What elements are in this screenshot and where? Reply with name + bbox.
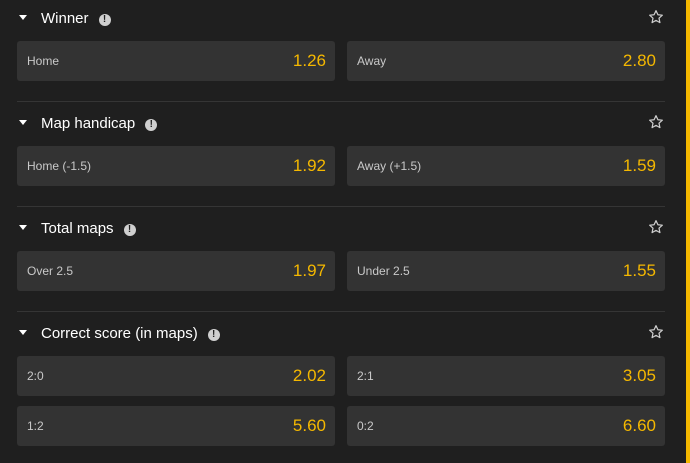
chevron-down-icon[interactable] — [19, 330, 27, 335]
selection-label: 2:1 — [357, 369, 374, 383]
star-outline-icon[interactable] — [648, 9, 664, 25]
odds-value: 1.26 — [292, 51, 326, 70]
odds-value: 5.60 — [292, 416, 326, 435]
odds-value: 6.60 — [622, 416, 656, 435]
selection-label: 1:2 — [27, 419, 44, 433]
info-icon[interactable]: ! — [123, 224, 136, 236]
divider — [17, 311, 665, 312]
divider — [17, 206, 665, 207]
selection-label: 2:0 — [27, 369, 44, 383]
chevron-down-icon[interactable] — [19, 15, 27, 20]
odds-value: 2.02 — [292, 366, 326, 385]
selection-home[interactable]: Home 1.26 — [17, 41, 335, 81]
selection-away-handicap[interactable]: Away (+1.5) 1.59 — [347, 146, 665, 186]
odds-value: 3.05 — [622, 366, 656, 385]
market-title: Correct score (in maps)! — [41, 325, 220, 343]
info-icon[interactable]: ! — [98, 14, 111, 26]
market-title: Winner! — [41, 10, 111, 28]
selection-under[interactable]: Under 2.5 1.55 — [347, 251, 665, 291]
selection-score-2-1[interactable]: 2:1 3.05 — [347, 356, 665, 396]
odds-value: 1.92 — [292, 156, 326, 175]
info-icon[interactable]: ! — [207, 329, 220, 341]
odds-value: 1.59 — [622, 156, 656, 175]
selection-away[interactable]: Away 2.80 — [347, 41, 665, 81]
star-outline-icon[interactable] — [648, 219, 664, 235]
selection-score-1-2[interactable]: 1:2 5.60 — [17, 406, 335, 446]
selection-home-handicap[interactable]: Home (-1.5) 1.92 — [17, 146, 335, 186]
selection-label: Away — [357, 54, 387, 68]
market-header-map-handicap[interactable]: Map handicap! — [0, 105, 686, 143]
scrollbar-accent — [686, 0, 690, 463]
market-header-total-maps[interactable]: Total maps! — [0, 210, 686, 248]
selection-label: Away (+1.5) — [357, 159, 422, 173]
chevron-down-icon[interactable] — [19, 225, 27, 230]
selection-score-2-0[interactable]: 2:0 2.02 — [17, 356, 335, 396]
odds-value: 2.80 — [622, 51, 656, 70]
selection-label: Under 2.5 — [357, 264, 410, 278]
info-icon[interactable]: ! — [145, 119, 158, 131]
divider — [17, 101, 665, 102]
odds-value: 1.97 — [292, 261, 326, 280]
selection-over[interactable]: Over 2.5 1.97 — [17, 251, 335, 291]
markets-panel: Winner! Home 1.26 Away 2.80 Map handicap… — [0, 0, 686, 463]
market-header-winner[interactable]: Winner! — [0, 0, 686, 38]
market-title: Map handicap! — [41, 115, 158, 133]
chevron-down-icon[interactable] — [19, 120, 27, 125]
market-header-correct-score[interactable]: Correct score (in maps)! — [0, 315, 686, 353]
star-outline-icon[interactable] — [648, 324, 664, 340]
selection-label: 0:2 — [357, 419, 374, 433]
selection-label: Home — [27, 54, 60, 68]
selection-label: Over 2.5 — [27, 264, 74, 278]
star-outline-icon[interactable] — [648, 114, 664, 130]
selection-score-0-2[interactable]: 0:2 6.60 — [347, 406, 665, 446]
odds-value: 1.55 — [622, 261, 656, 280]
market-title: Total maps! — [41, 220, 136, 238]
selection-label: Home (-1.5) — [27, 159, 92, 173]
